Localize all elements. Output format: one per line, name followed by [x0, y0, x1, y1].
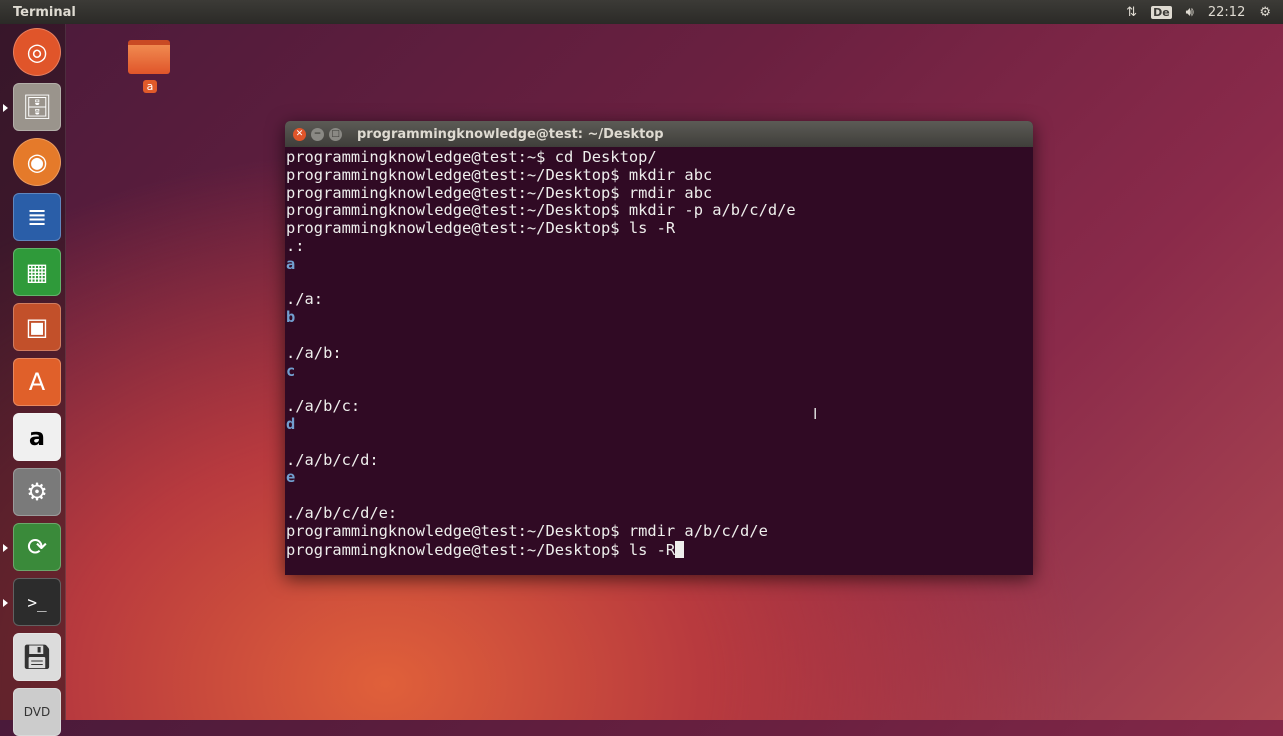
terminal-line: ./a/b/c/d:	[286, 450, 1033, 470]
terminal-line-text: programmingknowledge@test:~$ cd Desktop/	[286, 148, 657, 166]
terminal-line: ​	[286, 434, 1033, 452]
save-floppy-icon[interactable]: 💾︎	[13, 633, 61, 681]
terminal-line-text: programmingknowledge@test:~/Desktop$ mkd…	[286, 201, 796, 220]
terminal-icon[interactable]: >_	[13, 578, 61, 626]
files-icon[interactable]: 🗄︎	[13, 83, 61, 131]
terminal-line: programmingknowledge@test:~$ cd Desktop/	[286, 148, 1033, 167]
terminal-line-text: e	[286, 468, 296, 487]
terminal-line: d	[286, 414, 1033, 434]
terminal-output[interactable]: programmingknowledge@test:~$ cd Desktop/…	[285, 147, 1033, 559]
terminal-line-text: programmingknowledge@test:~/Desktop$ ls …	[286, 540, 676, 559]
terminal-line: a	[286, 254, 1033, 274]
terminal-line-text: programmingknowledge@test:~/Desktop$ rmd…	[286, 183, 713, 202]
software-updater-icon[interactable]: ⟳	[13, 523, 61, 571]
minimize-button[interactable]: −	[311, 127, 324, 141]
desktop-folder-a[interactable]: a	[128, 40, 172, 94]
terminal-line: ./a/b:	[286, 343, 1033, 363]
terminal-line-text: ./a/b/c:	[286, 397, 361, 416]
terminal-line: programmingknowledge@test:~/Desktop$ ls …	[286, 219, 1033, 238]
terminal-line: programmingknowledge@test:~/Desktop$ rmd…	[286, 521, 1033, 541]
terminal-titlebar[interactable]: ✕ − □ programmingknowledge@test: ~/Deskt…	[285, 121, 1033, 147]
top-panel: Terminal ⇅ De 🔊︎ 22:12 ⚙	[0, 0, 1283, 24]
text-cursor	[675, 540, 685, 558]
terminal-line-text: programmingknowledge@test:~/Desktop$ mkd…	[286, 165, 713, 184]
folder-icon	[128, 40, 170, 74]
terminal-line-text: d	[286, 414, 296, 433]
terminal-line: ./a/b/c:	[286, 397, 1033, 416]
software-center-icon[interactable]: A	[13, 358, 61, 406]
terminal-line: ​	[286, 274, 1033, 292]
close-button[interactable]: ✕	[293, 127, 306, 141]
maximize-button[interactable]: □	[329, 127, 342, 141]
desktop-folder-label: a	[142, 80, 158, 93]
terminal-line: ​	[286, 487, 1033, 505]
terminal-line: ./a/b/c/d/e:	[286, 503, 1033, 523]
terminal-line: e	[286, 468, 1033, 487]
amazon-icon[interactable]: a	[13, 413, 61, 461]
terminal-line: programmingknowledge@test:~/Desktop$ mkd…	[286, 201, 1033, 220]
terminal-line-text: b	[286, 308, 296, 327]
terminal-line-text: c	[286, 361, 296, 380]
writer-icon[interactable]: ≣	[13, 193, 61, 241]
terminal-line: programmingknowledge@test:~/Desktop$ ls …	[286, 540, 1033, 560]
network-arrows-icon[interactable]: ⇅	[1126, 5, 1137, 20]
launcher: ◎ 🗄︎ ◉ ≣ ▦ ▣ A a ⚙ ⟳ >_ 💾︎ DVD	[0, 24, 66, 736]
terminal-line: ​	[286, 327, 1033, 345]
terminal-line: .:	[286, 236, 1033, 256]
power-gear-icon[interactable]: ⚙	[1259, 5, 1271, 20]
calc-icon[interactable]: ▦	[13, 248, 61, 296]
terminal-title: programmingknowledge@test: ~/Desktop	[357, 126, 664, 142]
terminal-line: programmingknowledge@test:~/Desktop$ rmd…	[286, 183, 1033, 203]
dvd-icon[interactable]: DVD	[13, 688, 61, 736]
terminal-line: ​	[286, 380, 1033, 398]
terminal-line-text: .:	[286, 236, 305, 255]
system-settings-icon[interactable]: ⚙	[13, 468, 61, 516]
clock[interactable]: 22:12	[1208, 5, 1245, 20]
terminal-line: programmingknowledge@test:~/Desktop$ mkd…	[286, 165, 1033, 185]
mouse-ibeam-cursor: I	[813, 405, 818, 423]
active-app-title: Terminal	[13, 4, 76, 20]
firefox-icon[interactable]: ◉	[13, 138, 61, 186]
terminal-line: b	[286, 308, 1033, 327]
terminal-line-text: ./a/b/c/d:	[286, 450, 379, 469]
impress-icon[interactable]: ▣	[13, 303, 61, 351]
terminal-line-text: a	[286, 254, 296, 273]
terminal-line-text: ./a/b/c/d/e:	[286, 503, 398, 522]
terminal-line: ./a:	[286, 290, 1033, 309]
terminal-line-text: programmingknowledge@test:~/Desktop$ ls …	[286, 219, 676, 238]
terminal-line-text: ./a/b:	[286, 343, 342, 362]
terminal-line: c	[286, 361, 1033, 381]
keyboard-layout-indicator[interactable]: De	[1151, 5, 1172, 19]
terminal-window[interactable]: ✕ − □ programmingknowledge@test: ~/Deskt…	[285, 121, 1033, 575]
volume-icon[interactable]: 🔊︎	[1186, 5, 1194, 20]
terminal-line-text: ./a:	[286, 290, 324, 309]
terminal-line-text: programmingknowledge@test:~/Desktop$ rmd…	[286, 521, 768, 540]
ubuntu-dash-icon[interactable]: ◎	[13, 28, 61, 76]
